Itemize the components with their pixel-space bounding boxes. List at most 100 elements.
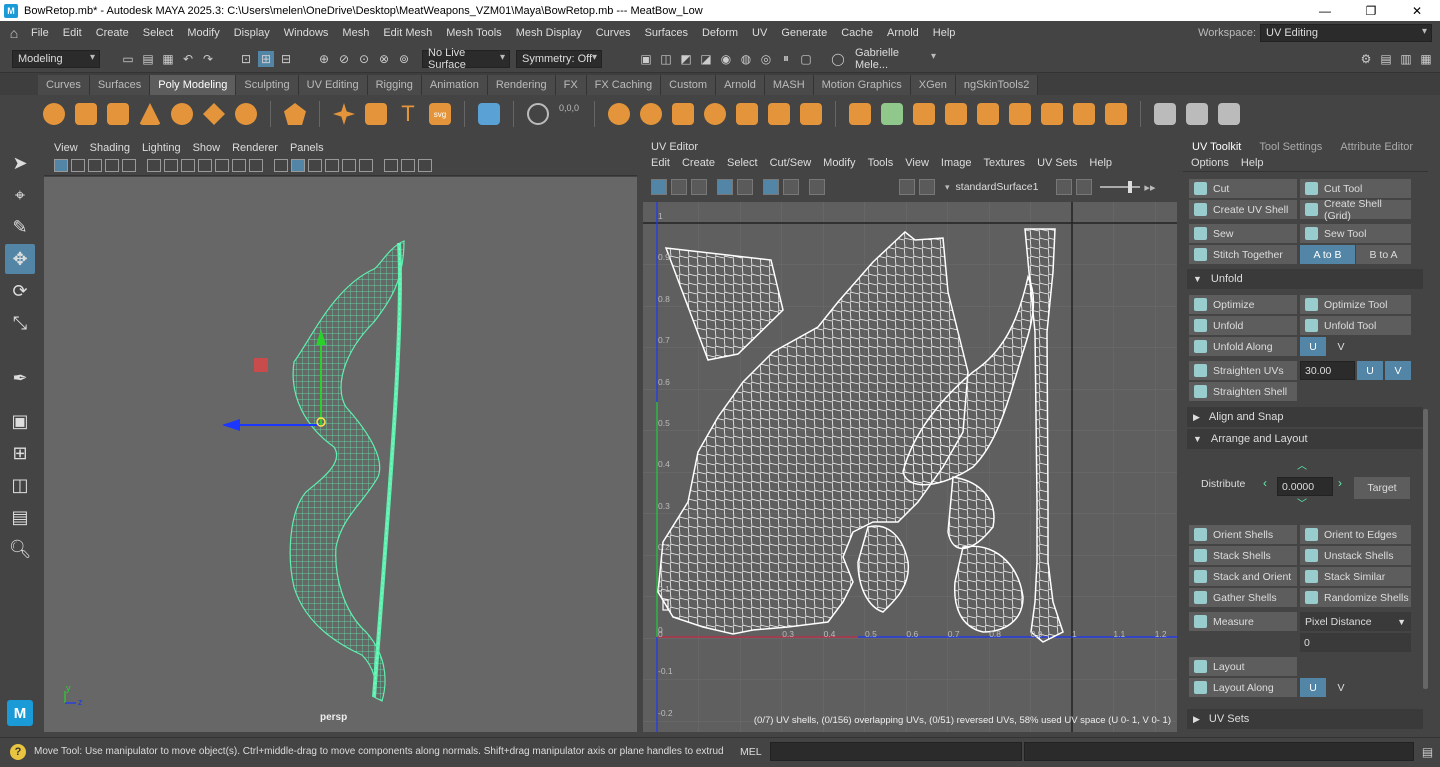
target-button[interactable]: Target — [1354, 477, 1410, 499]
toolkit-scrollbar[interactable] — [1423, 409, 1428, 689]
shelf-tab-rigging[interactable]: Rigging — [367, 75, 422, 95]
uv-menu-textures[interactable]: Textures — [977, 157, 1031, 169]
shelf-tab-sculpting[interactable]: Sculpting — [236, 75, 299, 95]
unfold-along-button[interactable]: Unfold Along — [1189, 337, 1297, 356]
layout-along-u-button[interactable]: U — [1300, 678, 1326, 697]
poly-cylinder-icon[interactable] — [107, 103, 129, 125]
straighten-v-button[interactable]: V — [1385, 361, 1411, 380]
ambient-occlusion-icon[interactable] — [359, 159, 373, 172]
render-view-icon[interactable]: ▣ — [638, 51, 654, 67]
menu-surfaces[interactable]: Surfaces — [638, 27, 695, 39]
straighten-u-button[interactable]: U — [1357, 361, 1383, 380]
menu-deform[interactable]: Deform — [695, 27, 745, 39]
shelf-tab-surfaces[interactable]: Surfaces — [89, 75, 151, 95]
uv-menu-help[interactable]: Help — [1083, 157, 1118, 169]
last-tool-icon[interactable]: ✒ — [5, 363, 35, 393]
uv-exposure-icon[interactable] — [1056, 179, 1073, 195]
cut-button[interactable]: Cut — [1189, 179, 1297, 198]
mesh-display-icon[interactable] — [478, 103, 500, 125]
uv-texture-tiles-icon[interactable] — [763, 179, 779, 195]
symmetry-dropdown[interactable]: Symmetry: Off — [516, 49, 602, 68]
select-object-icon[interactable]: ⊞ — [258, 50, 274, 67]
shelf-tab-arnold[interactable]: Arnold — [716, 75, 765, 95]
viewport-menu-shading[interactable]: Shading — [84, 142, 136, 154]
menu-edit[interactable]: Edit — [56, 27, 89, 39]
menu-mesh[interactable]: Mesh — [335, 27, 376, 39]
uv-sets-section-header[interactable]: ▶ UV Sets — [1187, 709, 1423, 729]
ipr-render-icon[interactable]: ◩ — [678, 51, 694, 67]
menu-modify[interactable]: Modify — [180, 27, 226, 39]
super-shape-icon[interactable] — [333, 103, 355, 125]
paint-select-icon[interactable]: ✎ — [5, 212, 35, 242]
append-polygon-icon[interactable] — [945, 103, 967, 125]
attribute-editor-icon[interactable]: ▥ — [1398, 51, 1414, 67]
poke-icon[interactable] — [1073, 103, 1095, 125]
select-hierarchy-icon[interactable]: ⊡ — [238, 51, 254, 67]
menu-mesh-display[interactable]: Mesh Display — [509, 27, 589, 39]
uv-menu-select[interactable]: Select — [721, 157, 764, 169]
two-d-pan-icon[interactable] — [105, 159, 119, 172]
poly-plane-icon[interactable] — [203, 103, 225, 125]
uv-menu-create[interactable]: Create — [676, 157, 721, 169]
type-tool-icon[interactable]: T — [397, 101, 419, 126]
viewport-menu-lighting[interactable]: Lighting — [136, 142, 187, 154]
uv-menu-uv-sets[interactable]: UV Sets — [1031, 157, 1083, 169]
merge-icon[interactable] — [1009, 103, 1031, 125]
grid-toggle-icon[interactable] — [147, 159, 161, 172]
shadows-icon[interactable] — [342, 159, 356, 172]
uv-layout[interactable] — [643, 202, 1177, 732]
viewport-menu-renderer[interactable]: Renderer — [226, 142, 284, 154]
arnold-ipr-icon[interactable]: ◎ — [758, 51, 774, 67]
menu-arnold[interactable]: Arnold — [880, 27, 926, 39]
use-all-lights-icon[interactable] — [325, 159, 339, 172]
field-chart-icon[interactable] — [215, 159, 229, 172]
menu-curves[interactable]: Curves — [589, 27, 638, 39]
toolkit-menu-options[interactable]: Options — [1191, 157, 1235, 169]
toolkit-tab-tool-settings[interactable]: Tool Settings — [1250, 141, 1331, 153]
combine-icon[interactable] — [608, 103, 630, 125]
four-view-icon[interactable]: ⊞ — [5, 438, 35, 468]
workspace-dropdown[interactable]: UV Editing — [1260, 24, 1432, 42]
gamma-slider[interactable] — [1100, 181, 1141, 193]
multi-cut-tool-icon[interactable] — [1154, 103, 1176, 125]
distribute-up-icon[interactable]: ︿ — [1297, 457, 1307, 472]
lasso-select-icon[interactable]: ⌖ — [5, 180, 35, 210]
unstack-shells-button[interactable]: Unstack Shells — [1300, 546, 1411, 565]
new-scene-icon[interactable]: ▭ — [120, 51, 136, 67]
safe-action-icon[interactable] — [232, 159, 246, 172]
target-weld-icon[interactable] — [1186, 103, 1208, 125]
sweep-mesh-icon[interactable] — [365, 103, 387, 125]
live-surface-field[interactable]: No Live Surface — [422, 47, 510, 71]
snap-curve-icon[interactable]: ⊘ — [336, 51, 352, 67]
xray-icon[interactable] — [401, 159, 415, 172]
smooth-shade-icon[interactable] — [291, 159, 305, 172]
command-line-input[interactable] — [769, 742, 1022, 761]
uv-pixel-snap-icon[interactable] — [737, 179, 753, 195]
material-name[interactable]: standardSurface1 — [956, 181, 1039, 193]
distribute-left-icon[interactable]: ‹ — [1263, 476, 1267, 490]
undo-icon[interactable]: ↶ — [180, 51, 196, 67]
snap-point-icon[interactable]: ⊙ — [356, 51, 372, 67]
home-icon[interactable]: ⌂ — [6, 25, 22, 41]
search-icon[interactable]: 🔍︎ — [5, 534, 35, 564]
rotate-tool-icon[interactable]: ⟳ — [5, 276, 35, 306]
maximize-button[interactable]: ❐ — [1348, 4, 1394, 18]
orient-to-edges-button[interactable]: Orient to Edges — [1300, 525, 1411, 544]
modeling-toolkit-icon[interactable]: ⚙ — [1358, 51, 1374, 67]
reduce-icon[interactable] — [768, 103, 790, 125]
resolution-gate-icon[interactable] — [181, 159, 195, 172]
menu-select[interactable]: Select — [136, 27, 181, 39]
shelf-tab-animation[interactable]: Animation — [421, 75, 488, 95]
material-chevron-icon[interactable]: ▾ — [945, 182, 950, 193]
uv-distortion-icon[interactable] — [671, 179, 687, 195]
measure-mode-dropdown[interactable]: Pixel Distance ▼ — [1300, 612, 1411, 631]
poly-disc-icon[interactable] — [235, 103, 257, 125]
uv-menu-cut-sew[interactable]: Cut/Sew — [764, 157, 818, 169]
b-to-a-button[interactable]: B to A — [1356, 245, 1411, 264]
gather-shells-button[interactable]: Gather Shells — [1189, 588, 1297, 607]
layout-button[interactable]: Layout — [1189, 657, 1297, 676]
cut-tool-button[interactable]: Cut Tool — [1300, 179, 1411, 198]
multicut-icon[interactable]: 0,0,0 — [559, 103, 581, 125]
stitch-together-button[interactable]: Stitch Together — [1189, 245, 1297, 264]
uv-shaded-icon[interactable] — [651, 179, 667, 195]
